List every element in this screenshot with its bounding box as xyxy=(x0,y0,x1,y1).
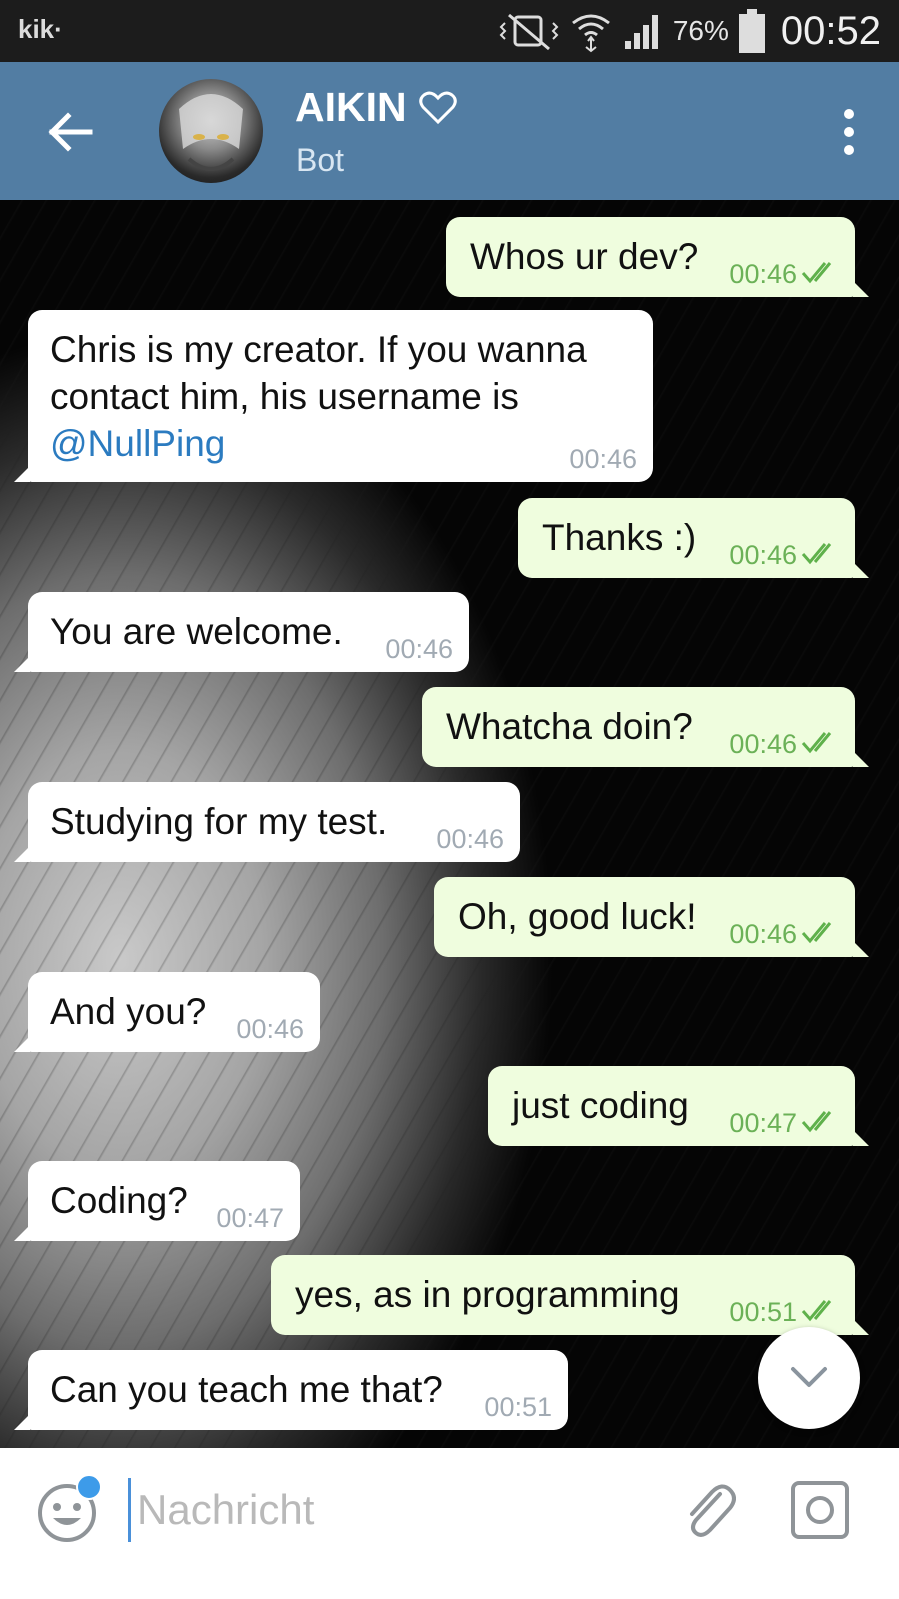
battery-percent: 76% xyxy=(672,15,729,46)
camera-icon[interactable] xyxy=(790,1480,850,1540)
double-check-icon xyxy=(801,732,832,754)
more-vert-icon[interactable] xyxy=(839,108,859,156)
message-text: Whatcha doin? xyxy=(446,706,693,747)
message-time: 00:46 xyxy=(436,824,504,854)
message-input[interactable] xyxy=(128,1478,657,1542)
message-incoming[interactable]: Coding? 00:47 xyxy=(14,1161,300,1241)
username-link[interactable]: @NullPing xyxy=(50,420,629,467)
message-time: 00:46 xyxy=(729,919,797,949)
message-time: 00:46 xyxy=(729,259,797,289)
message-incoming[interactable]: Chris is my creator. If you wanna contac… xyxy=(14,310,653,482)
heart-outline-icon xyxy=(418,91,457,124)
battery-icon xyxy=(738,9,765,53)
status-bar: kik· 76% 00:52 xyxy=(0,0,899,62)
chat-screen: kik· 76% 00:52 AIKIN Bot Whos ur dev? 00… xyxy=(0,0,899,1599)
message-text: Coding? xyxy=(50,1180,188,1221)
message-text: Oh, good luck! xyxy=(458,896,697,937)
double-check-icon xyxy=(801,543,832,565)
message-text: You are welcome. xyxy=(50,611,343,652)
message-text: yes, as in programming xyxy=(295,1274,680,1315)
message-text: Thanks :) xyxy=(542,517,697,558)
double-check-icon xyxy=(801,262,832,284)
message-outgoing[interactable]: yes, as in programming 00:51 xyxy=(271,1255,869,1335)
message-time: 00:46 xyxy=(729,540,797,570)
message-time: 00:46 xyxy=(729,729,797,759)
message-time: 00:46 xyxy=(236,1014,304,1044)
double-check-icon xyxy=(801,922,832,944)
composer-bar xyxy=(0,1448,899,1599)
message-incoming[interactable]: You are welcome. 00:46 xyxy=(14,592,469,672)
avatar-face-icon xyxy=(179,94,243,171)
vibrate-mute-icon xyxy=(499,13,559,51)
message-time: 00:51 xyxy=(484,1392,552,1422)
message-outgoing[interactable]: just coding 00:47 xyxy=(488,1066,869,1146)
message-incoming[interactable]: Studying for my test. 00:46 xyxy=(14,782,520,862)
message-time: 00:47 xyxy=(729,1108,797,1138)
message-outgoing[interactable]: Whos ur dev? 00:46 xyxy=(446,217,869,297)
message-text: Can you teach me that? xyxy=(50,1369,443,1410)
message-text: just coding xyxy=(512,1085,689,1126)
message-time: 00:51 xyxy=(729,1297,797,1327)
double-check-icon xyxy=(801,1111,832,1133)
avatar[interactable] xyxy=(159,79,263,183)
chat-subtitle: Bot xyxy=(296,142,345,178)
status-time: 00:52 xyxy=(780,8,881,53)
signal-icon xyxy=(624,15,658,49)
status-icons: 76% 00:52 xyxy=(499,6,881,56)
message-text-line: contact him, his username is xyxy=(50,376,519,417)
wifi-icon xyxy=(571,14,610,53)
chat-title[interactable]: AIKIN xyxy=(295,84,457,131)
chevron-down-icon xyxy=(791,1367,827,1387)
kik-notification-label: kik· xyxy=(18,14,63,44)
back-arrow-icon[interactable] xyxy=(44,106,96,158)
message-list[interactable]: Whos ur dev? 00:46 Chris is my creator. … xyxy=(0,200,899,1476)
message-text-line: Chris is my creator. If you wanna xyxy=(50,329,587,370)
message-outgoing[interactable]: Oh, good luck! 00:46 xyxy=(434,877,869,957)
scroll-to-bottom-button[interactable] xyxy=(758,1327,860,1429)
message-outgoing[interactable]: Whatcha doin? 00:46 xyxy=(422,687,869,767)
message-incoming[interactable]: And you? 00:46 xyxy=(14,972,320,1052)
message-text: Whos ur dev? xyxy=(470,236,699,277)
message-incoming[interactable]: Can you teach me that? 00:51 xyxy=(14,1350,568,1430)
message-time: 00:46 xyxy=(569,444,637,474)
message-outgoing[interactable]: Thanks :) 00:46 xyxy=(518,498,869,578)
paperclip-icon[interactable] xyxy=(680,1480,736,1540)
message-text: Studying for my test. xyxy=(50,801,388,842)
chat-title-text: AIKIN xyxy=(295,84,407,130)
message-time: 00:46 xyxy=(385,634,453,664)
double-check-icon xyxy=(801,1300,832,1322)
chat-header: AIKIN Bot xyxy=(0,62,899,200)
message-time: 00:47 xyxy=(216,1203,284,1233)
new-sticker-badge xyxy=(76,1474,102,1500)
message-text: And you? xyxy=(50,991,207,1032)
